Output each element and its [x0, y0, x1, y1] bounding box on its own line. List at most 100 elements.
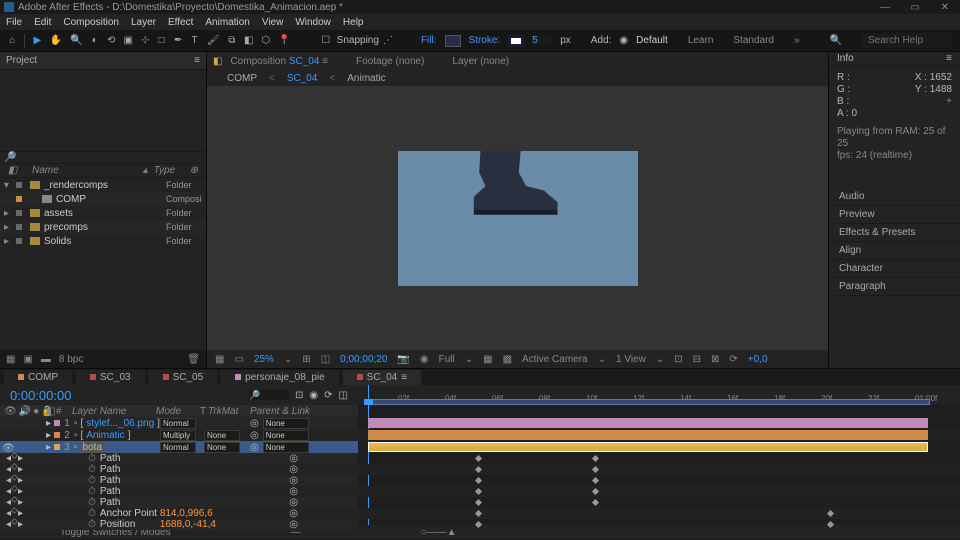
menu-file[interactable]: File [6, 17, 22, 28]
timeline-tab[interactable]: SC_03 [76, 370, 145, 385]
keyframe-track[interactable] [358, 464, 960, 475]
workspace-learn[interactable]: Learn [688, 35, 714, 46]
keyframe-icon[interactable] [475, 477, 482, 484]
keyframe-track[interactable] [358, 508, 960, 519]
next-kf-icon[interactable]: ▸ [18, 508, 23, 519]
keyframe-track[interactable] [358, 453, 960, 464]
info-header[interactable]: Info ≡ [829, 52, 960, 66]
keyframe-track[interactable] [358, 497, 960, 508]
new-folder-icon[interactable]: ▬ [41, 354, 51, 365]
vf-icon4[interactable]: ⟳ [729, 354, 737, 365]
side-panel-preview[interactable]: Preview [829, 206, 960, 224]
layer-row[interactable]: 👁▸3▫botaNormalNone◎None [0, 441, 358, 453]
keyframe-icon[interactable] [827, 510, 834, 517]
camera-tool-icon[interactable]: ▣ [123, 34, 132, 48]
next-kf-icon[interactable]: ▸ [18, 519, 23, 530]
transparency-icon[interactable]: ▩ [503, 354, 512, 365]
stopwatch-icon[interactable]: ⏱ [88, 453, 96, 464]
trkmat-dropdown[interactable]: None [204, 442, 240, 453]
selection-tool-icon[interactable]: ▶ [33, 34, 41, 48]
vf-icon3[interactable]: ⊠ [711, 354, 719, 365]
keyframe-icon[interactable] [827, 521, 834, 528]
parent-dropdown[interactable]: None [263, 442, 309, 453]
eraser-tool-icon[interactable]: ◧ [244, 34, 253, 48]
brush-tool-icon[interactable]: 🖌 [207, 34, 220, 48]
kf-diamond-icon[interactable] [11, 518, 18, 525]
snap-ext-icon[interactable]: ⋰ [383, 35, 393, 46]
kf-diamond-icon[interactable] [11, 485, 18, 492]
property-row[interactable]: ◂▸⏱Path◎ [0, 497, 358, 508]
snapshot-icon[interactable]: 📷 [397, 354, 409, 365]
timeline-tab[interactable]: COMP [4, 370, 72, 385]
stroke-label[interactable]: Stroke: [469, 35, 501, 46]
mask-icon[interactable]: ◫ [321, 354, 330, 365]
crumb-1[interactable]: SC_04 [287, 73, 318, 84]
maximize-button[interactable]: ▭ [900, 0, 930, 14]
work-area-bar[interactable] [368, 399, 930, 405]
current-timecode[interactable]: 0:00:00:00 [10, 388, 71, 403]
menu-window[interactable]: Window [295, 17, 331, 28]
res-dropdown[interactable]: Full [439, 354, 455, 365]
property-value[interactable]: 814,0,996,6 [160, 508, 213, 519]
comp-viewer[interactable] [207, 86, 828, 350]
col-type[interactable]: Type [154, 165, 190, 176]
roto-tool-icon[interactable]: ⬡ [261, 34, 270, 48]
workspace-standard[interactable]: Standard [733, 35, 774, 46]
keyframe-icon[interactable] [592, 466, 599, 473]
project-item[interactable]: COMPComposi [0, 192, 206, 206]
tl-opt-icon3[interactable]: ⟳ [324, 390, 332, 401]
channel-icon[interactable]: ◉ [420, 354, 429, 365]
mode-dropdown[interactable]: Multiply [160, 430, 196, 441]
eye-icon[interactable] [2, 419, 10, 427]
pickwhip-icon[interactable]: ◎ [289, 508, 298, 519]
timeline-right[interactable]: 02f04f06f08f10f12f14f16f18f20f22f01:00f [358, 385, 960, 525]
keyframe-icon[interactable] [475, 521, 482, 528]
layername-col[interactable]: Layer Name [70, 406, 156, 417]
col-sort-icon[interactable]: ▴ [143, 165, 148, 176]
mode-dropdown[interactable]: Normal [160, 442, 196, 453]
keyframe-icon[interactable] [592, 477, 599, 484]
layer-bar[interactable] [368, 418, 928, 428]
panel-menu-icon[interactable]: ≡ [194, 55, 200, 66]
timeline-tab[interactable]: SC_04 ≡ [343, 370, 421, 385]
keyframe-icon[interactable] [592, 499, 599, 506]
pickwhip-icon[interactable]: ◎ [250, 442, 259, 453]
hand-tool-icon[interactable]: ✋ [50, 34, 62, 48]
eye-icon[interactable] [2, 431, 10, 439]
panel-menu-icon[interactable]: ≡ [946, 53, 952, 64]
label-col-icon[interactable]: ◧ [46, 406, 56, 417]
solo-col-icon[interactable]: ● [33, 406, 39, 417]
next-kf-icon[interactable]: ▸ [18, 497, 23, 508]
stamp-tool-icon[interactable]: ⧉ [228, 34, 236, 48]
kf-diamond-icon[interactable] [11, 507, 18, 514]
parent-dropdown[interactable]: None [263, 418, 309, 429]
property-row[interactable]: ◂▸⏱Path◎ [0, 464, 358, 475]
rotate-tool-icon[interactable]: ⟲ [107, 34, 115, 48]
side-panel-paragraph[interactable]: Paragraph [829, 278, 960, 296]
pickwhip-icon[interactable]: ◎ [250, 418, 259, 429]
keyframe-track[interactable] [358, 486, 960, 497]
timeline-tab[interactable]: personaje_08_pie [221, 370, 339, 385]
kf-diamond-icon[interactable] [11, 474, 18, 481]
project-item[interactable]: ▸SolidsFolder [0, 234, 206, 248]
eye-col-icon[interactable]: 👁 [4, 406, 17, 417]
exposure[interactable]: +0,0 [748, 354, 768, 365]
side-panel-align[interactable]: Align [829, 242, 960, 260]
view-layout-icon[interactable]: ▦ [483, 354, 492, 365]
property-row[interactable]: ◂▸⏱Position1688,0,-41,4◎ [0, 519, 358, 530]
timeline-search[interactable] [249, 390, 289, 400]
crumb-0[interactable]: COMP [227, 73, 257, 84]
comp-tab-prefix[interactable]: Composition SC_04 ≡ [230, 56, 328, 67]
orbit-tool-icon[interactable]: ◐ [90, 34, 98, 48]
kf-diamond-icon[interactable] [11, 452, 18, 459]
menu-help[interactable]: Help [343, 17, 364, 28]
camera-dropdown[interactable]: Active Camera [522, 354, 588, 365]
keyframe-icon[interactable] [592, 488, 599, 495]
pickwhip-icon[interactable]: ◎ [289, 519, 298, 530]
layer-row[interactable]: ▸1▫[stylef..._06.png]Normal◎None [0, 417, 358, 429]
pickwhip-icon[interactable]: ◎ [289, 453, 298, 464]
stopwatch-icon[interactable]: ⏱ [88, 464, 96, 475]
rect-tool-icon[interactable]: □ [157, 34, 165, 48]
trash-icon[interactable]: 🗑 [187, 354, 200, 365]
side-panel-character[interactable]: Character [829, 260, 960, 278]
